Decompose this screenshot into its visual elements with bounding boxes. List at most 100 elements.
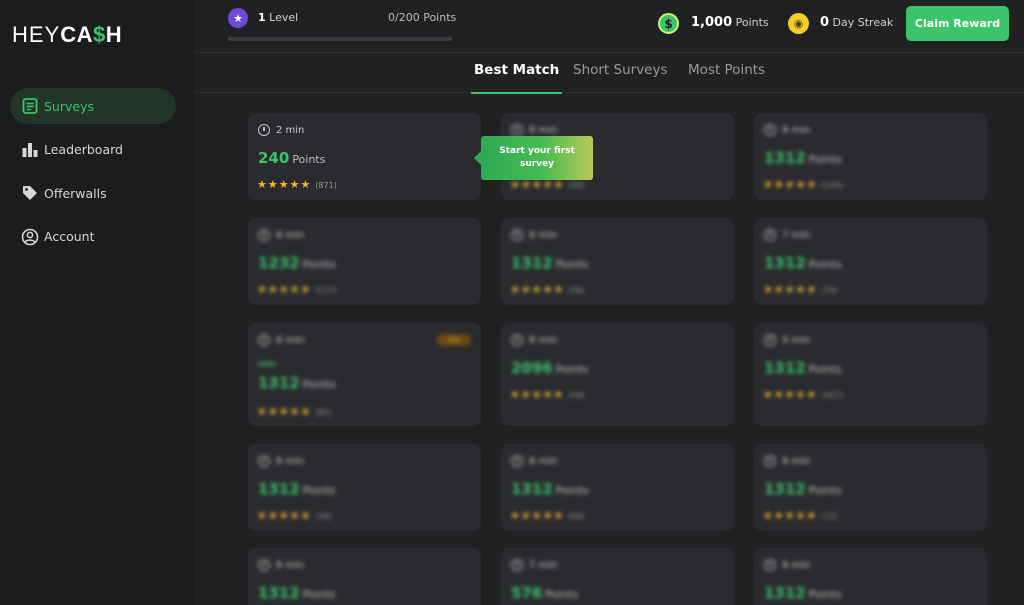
survey-card[interactable]: 7 min 576 Points xyxy=(501,548,734,605)
survey-points: 1312Points xyxy=(764,480,842,498)
star-level-icon: ★ xyxy=(228,8,248,28)
day-streak: 0 Day Streak xyxy=(820,15,894,30)
survey-points: 1312Points xyxy=(511,254,589,272)
claim-reward-button[interactable]: Claim Reward xyxy=(906,6,1009,41)
card-content: 8 min 1312 Points ★★★★★ (56) xyxy=(501,444,734,531)
card-content: 8 min 1312 Points xyxy=(754,548,987,605)
survey-card[interactable]: 8 min 1312 Points ★★★★★ (34) xyxy=(248,444,481,531)
survey-tabs: Best Match Short Surveys Most Points xyxy=(194,54,1024,94)
star-rating-icon: ★★★★★ (72) xyxy=(763,509,838,522)
clock-icon xyxy=(258,124,270,136)
card-content: 7 min 1312 Points ★★★★★ (79) xyxy=(754,218,987,305)
survey-points: 1312Points xyxy=(764,254,842,272)
card-content: 8 min Hot 1050 1312 Points ★★★★★ (81) xyxy=(248,323,481,426)
survey-points: 1312Points xyxy=(258,584,336,602)
card-content: 8 min 1312 Points ★★★★★ (56) xyxy=(501,218,734,305)
card-content: 8 min 1312 Points ★★★★★ (149) xyxy=(754,113,987,200)
clock-icon xyxy=(258,559,270,571)
survey-card[interactable]: 8 min Hot 1050 1312 Points ★★★★★ (81) xyxy=(248,323,481,426)
bar-chart-icon xyxy=(20,140,40,160)
star-rating-icon: ★★★★★ (59) xyxy=(510,388,585,401)
tag-icon xyxy=(20,183,40,203)
survey-card[interactable]: 8 min 1232 Points ★★★★★ (117) xyxy=(248,218,481,305)
survey-duration: 8 min xyxy=(764,455,810,467)
survey-duration: 8 min xyxy=(511,229,557,241)
survey-card[interactable]: 8 min 1312 Points ★★★★★ (56) xyxy=(501,444,734,531)
tooltip-arrow xyxy=(474,151,481,165)
sidebar-item-leaderboard[interactable]: Leaderboard xyxy=(10,132,176,168)
tab-most-points[interactable]: Most Points xyxy=(688,62,765,93)
clock-icon xyxy=(511,124,523,136)
survey-points: 1312Points xyxy=(258,480,336,498)
survey-card[interactable]: 8 min 2096 Points ★★★★★ (59) xyxy=(501,323,734,426)
survey-points: 1232 Points xyxy=(258,254,336,272)
clock-icon xyxy=(764,455,776,467)
star-rating-icon: ★★★★★ (56) xyxy=(510,283,585,296)
survey-card[interactable]: 7 min 1312 Points ★★★★★ (79) xyxy=(754,218,987,305)
card-content: 8 min 1232 Points ★★★★★ (117) xyxy=(248,218,481,305)
dollar-coin-icon: $ xyxy=(658,13,679,34)
clock-icon xyxy=(764,229,776,241)
survey-card[interactable]: 8 min 1312 Points xyxy=(248,548,481,605)
survey-list-icon xyxy=(20,96,40,116)
tab-best-match[interactable]: Best Match xyxy=(470,62,563,94)
streak-icon: ◉ xyxy=(788,13,809,34)
star-rating-icon: ★★★★★ (56) xyxy=(510,509,585,522)
survey-duration: 7 min xyxy=(764,229,810,241)
survey-points: 1312Points xyxy=(511,480,589,498)
sidebar: HEYCA$H Surveys Leaderboard Offerwalls A… xyxy=(0,0,194,605)
survey-points: 1312Points xyxy=(764,359,842,377)
clock-icon xyxy=(511,229,523,241)
card-content: 7 min 576 Points xyxy=(501,548,734,605)
survey-duration: 8 min xyxy=(511,124,557,136)
survey-duration: 8 min xyxy=(511,455,557,467)
clock-icon xyxy=(764,334,776,346)
points-balance: 1,000 Points xyxy=(691,15,769,30)
sidebar-nav: Surveys Leaderboard Offerwalls Account xyxy=(10,88,176,262)
sidebar-item-account[interactable]: Account xyxy=(10,219,176,255)
survey-card[interactable]: 2 min 240 Points ★★★★★ (871) xyxy=(248,113,481,200)
sidebar-item-offerwalls[interactable]: Offerwalls xyxy=(10,175,176,211)
survey-duration: 8 min xyxy=(258,455,304,467)
survey-points: 1312Points xyxy=(764,149,842,167)
card-content: 8 min 1312 Points xyxy=(248,548,481,605)
survey-duration: 8 min xyxy=(258,229,304,241)
level-progress-bar xyxy=(228,37,452,41)
card-content: 8 min 1312 Points ★★★★★ (34) xyxy=(248,444,481,531)
survey-card[interactable]: 8 min 1312 Points ★★★★★ (149) xyxy=(754,113,987,200)
survey-duration: 8 min xyxy=(258,334,304,346)
level-points: 0/200 Points xyxy=(388,11,457,24)
survey-card[interactable]: 9 min 1312 Points ★★★★★ (107) xyxy=(754,323,987,426)
survey-duration: 2 min xyxy=(258,124,304,136)
survey-duration: 8 min xyxy=(258,559,304,571)
heycash-logo[interactable]: HEYCA$H xyxy=(12,22,122,48)
survey-card[interactable]: 8 min 1312 Points ★★★★★ (72) xyxy=(754,444,987,531)
card-content: 9 min 1312 Points ★★★★★ (107) xyxy=(754,323,987,426)
sidebar-item-label: Leaderboard xyxy=(44,142,123,157)
star-rating-icon: ★★★★★ (107) xyxy=(763,388,843,401)
star-rating-icon: ★★★★★ (117) xyxy=(257,283,337,296)
survey-card[interactable]: 8 min 1312 Points xyxy=(754,548,987,605)
survey-points: 1312Points xyxy=(258,374,336,392)
card-content: 8 min 2096 Points ★★★★★ (59) xyxy=(501,323,734,426)
clock-icon xyxy=(258,455,270,467)
tab-short-surveys[interactable]: Short Surveys xyxy=(573,62,668,93)
survey-points: 2096 Points xyxy=(511,359,589,377)
star-rating-icon: ★★★★★ (34) xyxy=(257,509,332,522)
survey-points: 240 Points xyxy=(258,149,326,167)
clock-icon xyxy=(511,334,523,346)
hot-badge: Hot xyxy=(437,334,471,346)
old-points: 1050 xyxy=(258,360,276,368)
clock-icon xyxy=(258,334,270,346)
survey-duration: 9 min xyxy=(764,334,810,346)
sidebar-item-surveys[interactable]: Surveys xyxy=(10,88,176,124)
survey-card[interactable]: 8 min 1312 Points ★★★★★ (56) xyxy=(501,218,734,305)
clock-icon xyxy=(764,559,776,571)
clock-icon xyxy=(511,559,523,571)
survey-duration: 8 min xyxy=(764,559,810,571)
top-bar: ★ 1 Level 0/200 Points $ 1,000 Points ◉ … xyxy=(194,0,1024,53)
star-rating-icon: ★★★★★ (149) xyxy=(763,178,843,191)
sidebar-item-label: Surveys xyxy=(44,98,94,114)
level-label: 1 Level xyxy=(258,11,299,24)
survey-points: 1312Points xyxy=(764,584,842,602)
